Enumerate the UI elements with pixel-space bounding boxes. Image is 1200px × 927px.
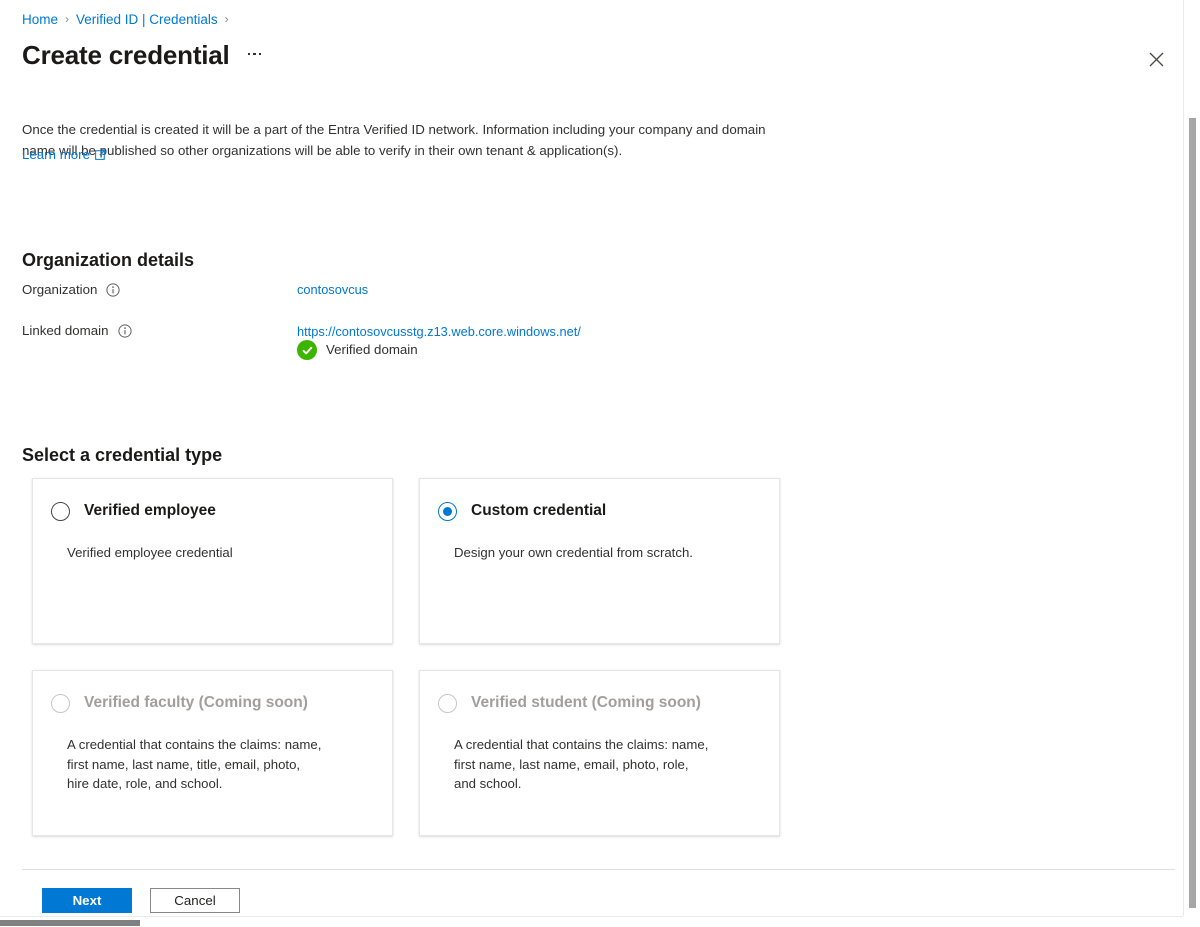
close-button[interactable] <box>1140 43 1172 75</box>
radio-checked-icon[interactable] <box>438 501 457 521</box>
credential-type-heading: Select a credential type <box>22 444 223 465</box>
check-circle-icon <box>297 340 317 360</box>
linked-domain-value-link[interactable]: https://contosovcusstg.z13.web.core.wind… <box>297 323 581 341</box>
card-description: Design your own credential from scratch. <box>454 545 693 560</box>
field-row-organization: Organization <box>22 281 274 299</box>
footer-actions: Next Cancel <box>42 888 240 913</box>
next-button[interactable]: Next <box>42 888 132 913</box>
radio-unchecked-icon <box>438 693 457 713</box>
card-title: Verified employee <box>84 502 216 519</box>
breadcrumb-item-verified-id-credentials[interactable]: Verified ID | Credentials <box>76 12 218 27</box>
card-header: Verified faculty (Coming soon) <box>51 693 374 713</box>
credential-card-verified-student: Verified student (Coming soon) A credent… <box>419 670 780 836</box>
breadcrumb: Home › Verified ID | Credentials › <box>22 10 236 29</box>
card-description: A credential that contains the claims: n… <box>67 737 322 791</box>
credential-card-verified-faculty: Verified faculty (Coming soon) A credent… <box>32 670 393 836</box>
organization-label: Organization <box>22 282 98 297</box>
close-icon <box>1149 52 1163 66</box>
horizontal-scrollbar-thumb[interactable] <box>0 920 140 926</box>
linked-domain-label: Linked domain <box>22 323 109 338</box>
card-description: A credential that contains the claims: n… <box>454 737 709 791</box>
radio-unchecked-icon[interactable] <box>51 501 70 521</box>
card-description: Verified employee credential <box>67 545 233 560</box>
vertical-scrollbar-thumb[interactable] <box>1189 118 1196 908</box>
create-credential-blade: Home › Verified ID | Credentials › Create c… <box>0 0 1200 927</box>
card-header: Verified employee <box>51 501 374 521</box>
dot-icon <box>247 52 251 56</box>
organization-details-heading: Organization details <box>22 249 195 270</box>
learn-more-label: Learn more <box>22 147 90 162</box>
radio-unchecked-icon <box>51 693 70 713</box>
field-row-linked-domain: Linked domain <box>22 322 274 340</box>
card-title: Verified faculty (Coming soon) <box>84 694 308 711</box>
info-circle-icon[interactable] <box>106 283 121 297</box>
info-circle-icon[interactable] <box>117 324 132 338</box>
footer-divider <box>22 869 1175 870</box>
card-header: Custom credential <box>438 501 761 521</box>
chevron-right-icon: › <box>224 12 229 26</box>
card-header: Verified student (Coming soon) <box>438 693 761 713</box>
credential-card-custom-credential[interactable]: Custom credential Design your own creden… <box>419 478 780 644</box>
cancel-button[interactable]: Cancel <box>150 888 240 913</box>
learn-more-link[interactable]: Learn more <box>22 147 106 162</box>
external-link-icon <box>95 149 106 160</box>
breadcrumb-item-home[interactable]: Home <box>22 12 58 27</box>
card-title: Custom credential <box>471 502 607 519</box>
credential-card-verified-employee[interactable]: Verified employee Verified employee cred… <box>32 478 393 644</box>
page-title: Create credential <box>22 40 230 70</box>
dot-icon <box>253 52 256 56</box>
verified-domain-status: Verified domain <box>297 340 418 360</box>
more-options-button[interactable] <box>244 47 266 64</box>
page-title-row: Create credential <box>22 38 265 72</box>
linked-domain-label-group: Linked domain <box>22 322 274 340</box>
dot-icon <box>258 52 262 56</box>
credential-type-card-list: Verified employee Verified employee cred… <box>32 478 1166 836</box>
chevron-right-icon: › <box>65 12 70 26</box>
organization-value-link[interactable]: contosovcus <box>297 281 368 299</box>
checkmark-icon <box>302 346 312 354</box>
scrollbar-corner <box>1183 916 1200 927</box>
card-title: Verified student (Coming soon) <box>471 694 701 711</box>
horizontal-scrollbar[interactable] <box>0 916 1183 927</box>
intro-text: Once the credential is created it will b… <box>22 122 766 159</box>
verified-domain-text: Verified domain <box>326 342 418 357</box>
vertical-scrollbar[interactable] <box>1183 0 1200 920</box>
organization-label-group: Organization <box>22 281 274 299</box>
